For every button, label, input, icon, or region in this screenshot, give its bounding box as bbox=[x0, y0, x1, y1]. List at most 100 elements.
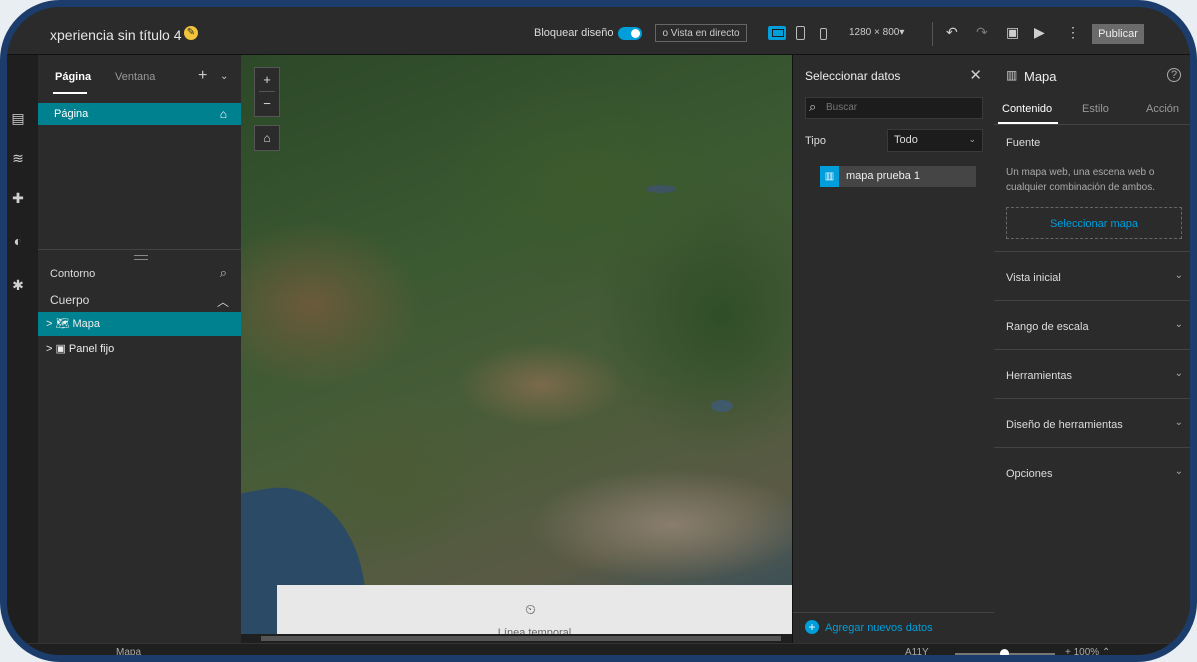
timeline-icon: ⏲ bbox=[525, 601, 536, 617]
type-label: Tipo bbox=[805, 135, 826, 147]
search-input[interactable]: ⌕ Buscar bbox=[805, 97, 983, 119]
page-list-item[interactable]: Página ⌂ bbox=[38, 103, 241, 125]
zoom-slider[interactable] bbox=[955, 649, 1055, 655]
data-source-item[interactable]: ▥ mapa prueba 1 bbox=[820, 166, 976, 187]
add-data-label: Agregar nuevos datos bbox=[825, 622, 933, 634]
screenshot-frame: xperiencia sin título 4 ✎ Bloquear diseñ… bbox=[0, 0, 1197, 662]
section-scale-range[interactable]: Rango de escala ⌄ bbox=[994, 300, 1190, 350]
preview-icon[interactable]: ▶ bbox=[1034, 24, 1045, 41]
type-select[interactable]: Todo ⌄ bbox=[887, 129, 983, 152]
lock-design-toggle[interactable] bbox=[618, 27, 642, 40]
map-icon: ▥ bbox=[820, 166, 839, 187]
zoom-level[interactable]: + 100% ⌃ bbox=[1065, 647, 1110, 655]
tree-item-label: > ▣ Panel fijo bbox=[46, 343, 115, 355]
search-icon[interactable]: ⌕ bbox=[220, 265, 227, 281]
chevron-down-icon: ⌄ bbox=[1174, 368, 1183, 379]
help-icon[interactable]: ? bbox=[1167, 68, 1181, 82]
scrollbar-thumb[interactable] bbox=[261, 636, 781, 641]
outline-title: Contorno bbox=[50, 268, 96, 280]
page-panel: Página Ventana + ⌄ Página ⌂ Contorno ⌕ C… bbox=[38, 55, 242, 643]
chevron-down-icon: ⌄ bbox=[1174, 466, 1183, 477]
page-item-label: Página bbox=[54, 108, 89, 120]
section-tools[interactable]: Herramientas ⌄ bbox=[994, 349, 1190, 399]
widget-title: Mapa bbox=[1024, 69, 1057, 84]
add-data-button[interactable]: + Agregar nuevos datos bbox=[805, 620, 933, 634]
chevron-down-icon[interactable]: ⌄ bbox=[220, 71, 228, 82]
section-options[interactable]: Opciones ⌄ bbox=[994, 447, 1190, 497]
a11y-button[interactable]: A11Y bbox=[905, 647, 929, 655]
breadcrumb[interactable]: Mapa bbox=[116, 647, 141, 655]
section-initial-view[interactable]: Vista inicial ⌄ bbox=[994, 251, 1190, 301]
data-source-label: mapa prueba 1 bbox=[846, 170, 920, 182]
chevron-down-icon: ⌄ bbox=[968, 134, 976, 144]
source-description: Un mapa web, una escena web o cualquier … bbox=[1006, 167, 1155, 193]
body-section[interactable]: Cuerpo bbox=[50, 293, 89, 307]
theme-icon[interactable]: ◐ bbox=[8, 233, 28, 249]
add-page-icon[interactable]: + bbox=[198, 67, 207, 85]
panel-divider bbox=[793, 612, 994, 613]
horizontal-scrollbar[interactable] bbox=[241, 634, 792, 643]
search-placeholder: Buscar bbox=[826, 102, 858, 113]
map-lake bbox=[711, 400, 733, 412]
tree-item-map[interactable]: > 🗺 Mapa bbox=[38, 312, 241, 336]
redo-icon[interactable]: ↷ bbox=[976, 24, 988, 41]
pencil-icon[interactable]: ✎ bbox=[184, 26, 198, 40]
chevron-down-icon: ⌄ bbox=[1174, 417, 1183, 428]
home-button[interactable]: ⌂ bbox=[254, 125, 280, 151]
zoom-control: + − bbox=[254, 67, 280, 117]
home-icon[interactable]: ⌂ bbox=[220, 107, 227, 121]
properties-panel: ▥ Mapa ? Contenido Estilo Acción Fuente … bbox=[994, 55, 1190, 643]
section-label: Opciones bbox=[1006, 468, 1053, 480]
type-value: Todo bbox=[894, 134, 918, 146]
settings-icon[interactable]: ✱ bbox=[8, 277, 28, 294]
desktop-icon[interactable] bbox=[768, 26, 786, 40]
map-canvas[interactable]: + − ⌂ ⏲ Línea temporal bbox=[241, 55, 792, 643]
phone-icon[interactable] bbox=[820, 28, 827, 40]
tab-content[interactable]: Contenido bbox=[1002, 103, 1052, 115]
tab-divider bbox=[994, 124, 1190, 125]
undo-icon[interactable]: ↶ bbox=[946, 24, 958, 41]
widget-icon[interactable]: ✚ bbox=[8, 190, 28, 207]
panel-title: Seleccionar datos bbox=[805, 69, 901, 83]
status-bar: Mapa A11Y + 100% ⌃ bbox=[7, 643, 1190, 655]
close-icon[interactable]: ✕ bbox=[969, 66, 982, 84]
map-lake bbox=[646, 185, 676, 193]
section-label: Herramientas bbox=[1006, 370, 1073, 382]
tree-item-fixed-panel[interactable]: > ▣ Panel fijo bbox=[38, 337, 241, 361]
tab-underline bbox=[53, 92, 87, 94]
plus-icon: + bbox=[805, 620, 819, 634]
publish-button[interactable]: Publicar bbox=[1092, 24, 1144, 44]
map-icon: ▥ bbox=[1006, 68, 1018, 82]
source-label: Fuente bbox=[1006, 137, 1041, 149]
toolbar-divider bbox=[932, 22, 933, 46]
chevron-down-icon: ⌄ bbox=[1174, 270, 1183, 281]
left-icon-rail: ▤ ≋ ✚ ◐ ✱ bbox=[7, 55, 38, 643]
select-data-panel: Seleccionar datos ✕ ⌕ Buscar Tipo Todo ⌄… bbox=[792, 55, 995, 643]
resolution-select[interactable]: 1280 × 800▾ bbox=[849, 27, 904, 38]
zoom-out-button[interactable]: − bbox=[255, 92, 279, 115]
tab-page[interactable]: Página bbox=[55, 71, 91, 83]
data-icon[interactable]: ≋ bbox=[8, 150, 28, 167]
chevron-up-icon[interactable]: ︿ bbox=[217, 293, 229, 310]
tab-action[interactable]: Acción bbox=[1146, 103, 1179, 115]
page-icon[interactable]: ▤ bbox=[8, 110, 28, 127]
zoom-in-button[interactable]: + bbox=[255, 68, 279, 91]
select-map-button[interactable]: Seleccionar mapa bbox=[1006, 207, 1182, 239]
tab-style[interactable]: Estilo bbox=[1082, 103, 1109, 115]
chevron-down-icon: ⌄ bbox=[1174, 319, 1183, 330]
tablet-icon[interactable] bbox=[796, 26, 805, 40]
lock-design-label: Bloquear diseño bbox=[534, 27, 614, 39]
resize-handle[interactable] bbox=[134, 255, 148, 260]
save-icon[interactable]: ▣ bbox=[1006, 24, 1019, 41]
more-icon[interactable]: ⋮ bbox=[1066, 24, 1080, 41]
section-tool-layout[interactable]: Diseño de herramientas ⌄ bbox=[994, 398, 1190, 448]
tree-item-label: > 🗺 Mapa bbox=[46, 318, 101, 330]
section-label: Rango de escala bbox=[1006, 321, 1089, 333]
panel-divider bbox=[38, 249, 241, 250]
live-view-button[interactable]: o Vista en directo bbox=[655, 24, 747, 42]
search-icon: ⌕ bbox=[809, 99, 817, 114]
tab-window[interactable]: Ventana bbox=[115, 71, 155, 83]
top-bar: xperiencia sin título 4 ✎ Bloquear diseñ… bbox=[7, 7, 1190, 55]
slider-knob[interactable] bbox=[1000, 649, 1009, 655]
experience-title[interactable]: xperiencia sin título 4 bbox=[50, 27, 182, 43]
